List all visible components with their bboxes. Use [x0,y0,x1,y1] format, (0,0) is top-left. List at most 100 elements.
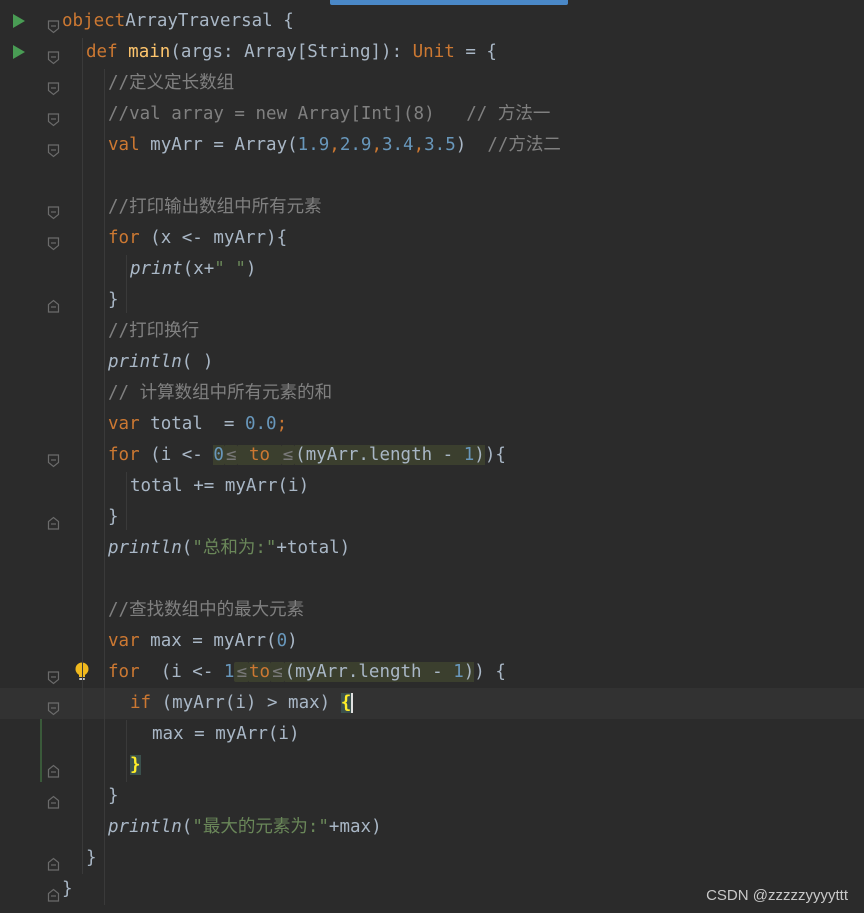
fold-icon[interactable] [47,107,60,127]
code-token: +total) [276,538,351,558]
fold-icon[interactable] [47,665,60,685]
code-text: } [130,750,141,781]
code-line[interactable] [0,564,864,595]
fold-icon[interactable] [47,851,60,871]
code-token: 1.9 [297,135,330,155]
fold-icon[interactable] [47,76,60,96]
fold-icon[interactable] [47,14,60,34]
text-caret [351,693,354,713]
code-line[interactable]: for (i <- 1 ≤ to ≤ (myArr.length - 1)) { [0,657,864,688]
fold-icon[interactable] [47,138,60,158]
indent-guide [104,472,105,530]
code-token: def [86,42,129,62]
code-token: ≤ [234,662,249,682]
code-line[interactable]: def main(args: Array[String]): Unit = { [0,37,864,68]
code-text: total += myArr(i) [130,471,309,502]
code-line[interactable]: println("总和为:"+total) [0,533,864,564]
code-line[interactable]: objectArrayTraversal { [0,6,864,37]
code-text: max = myArr(i) [152,719,300,750]
code-token: ( ) [181,352,214,372]
code-token: 3.5 [424,135,456,155]
code-text: println("最大的元素为:"+max) [108,812,382,843]
code-token: "总和为:" [192,538,277,558]
code-token: , [371,135,382,155]
code-line[interactable]: println("最大的元素为:"+max) [0,812,864,843]
code-line[interactable]: println( ) [0,347,864,378]
code-token: total = [150,414,245,434]
fold-icon[interactable] [47,293,60,313]
code-token: for [108,228,151,248]
code-line[interactable]: var max = myArr(0) [0,626,864,657]
code-line[interactable] [0,161,864,192]
code-token: } [86,848,97,868]
code-token: myArr = Array( [150,135,298,155]
fold-icon[interactable] [47,882,60,902]
code-token: (i <- [160,662,224,682]
code-line[interactable]: print(x+" ") [0,254,864,285]
code-text: } [86,843,97,874]
code-line[interactable]: //打印输出数组中所有元素 [0,192,864,223]
fold-icon[interactable] [47,510,60,530]
code-line[interactable]: val myArr = Array(1.9,2.9,3.4,3.5) //方法二 [0,130,864,161]
code-token: //方法二 [487,135,561,155]
code-line[interactable]: //定义定长数组 [0,68,864,99]
code-text: val myArr = Array(1.9,2.9,3.4,3.5) //方法二 [108,130,561,161]
code-token: max = myArr(i) [152,724,300,744]
code-text: var max = myArr(0) [108,626,298,657]
code-line[interactable]: } [0,750,864,781]
code-token: //val array = new Array[Int](8) // 方法一 [108,104,551,124]
code-token: } [108,507,119,527]
code-text: } [108,285,119,316]
indent-guide [82,38,83,874]
fold-icon[interactable] [47,696,60,716]
code-token: 0 [276,631,288,651]
code-token: val [108,135,151,155]
fold-icon[interactable] [47,231,60,251]
code-line[interactable]: //打印换行 [0,316,864,347]
code-token: if [130,693,162,713]
code-text: for (i <- 0 ≤ to ≤ (myArr.length - 1)){ [108,440,506,471]
code-text: var total = 0.0; [108,409,287,440]
code-token: ArrayTraversal { [125,11,294,31]
code-token: } [62,879,73,899]
code-line[interactable]: for (i <- 0 ≤ to ≤ (myArr.length - 1)){ [0,440,864,471]
indent-guide [104,689,105,813]
code-token: { [340,693,352,713]
run-icon[interactable] [13,45,25,59]
code-token: (x <- myArr){ [150,228,288,248]
code-token: to [238,445,281,465]
code-line[interactable]: } [0,502,864,533]
code-token: var [108,414,151,434]
code-line[interactable]: //查找数组中的最大元素 [0,595,864,626]
fold-icon[interactable] [47,789,60,809]
fold-icon[interactable] [47,200,60,220]
code-text: //查找数组中的最大元素 [108,595,304,626]
fold-icon[interactable] [47,448,60,468]
code-line[interactable]: } [0,843,864,874]
code-text: // 计算数组中所有元素的和 [108,378,332,409]
fold-icon[interactable] [47,45,60,65]
code-line[interactable]: var total = 0.0; [0,409,864,440]
code-line[interactable]: } [0,285,864,316]
code-token: ; [276,414,288,434]
code-token: //打印输出数组中所有元素 [108,197,322,217]
code-token: ≤ [280,445,296,465]
indent-guide [126,472,127,530]
code-line[interactable]: } [0,781,864,812]
horizontal-scroll-thumb[interactable] [330,0,568,5]
code-token: //查找数组中的最大元素 [108,600,305,620]
code-line[interactable]: // 计算数组中所有元素的和 [0,378,864,409]
code-line[interactable]: if (myArr(i) > max) { [0,688,864,719]
code-line[interactable]: //val array = new Array[Int](8) // 方法一 [0,99,864,130]
code-line[interactable]: total += myArr(i) [0,471,864,502]
code-line[interactable]: max = myArr(i) [0,719,864,750]
run-icon[interactable] [13,14,25,28]
code-token: for [108,662,161,682]
code-text: //定义定长数组 [108,68,234,99]
code-token: (myArr.length - [295,445,464,465]
code-token: 0 [213,445,224,465]
code-line[interactable]: for (x <- myArr){ [0,223,864,254]
code-text: print(x+" ") [130,254,256,285]
fold-icon[interactable] [47,758,60,778]
code-token: Unit [412,42,455,62]
